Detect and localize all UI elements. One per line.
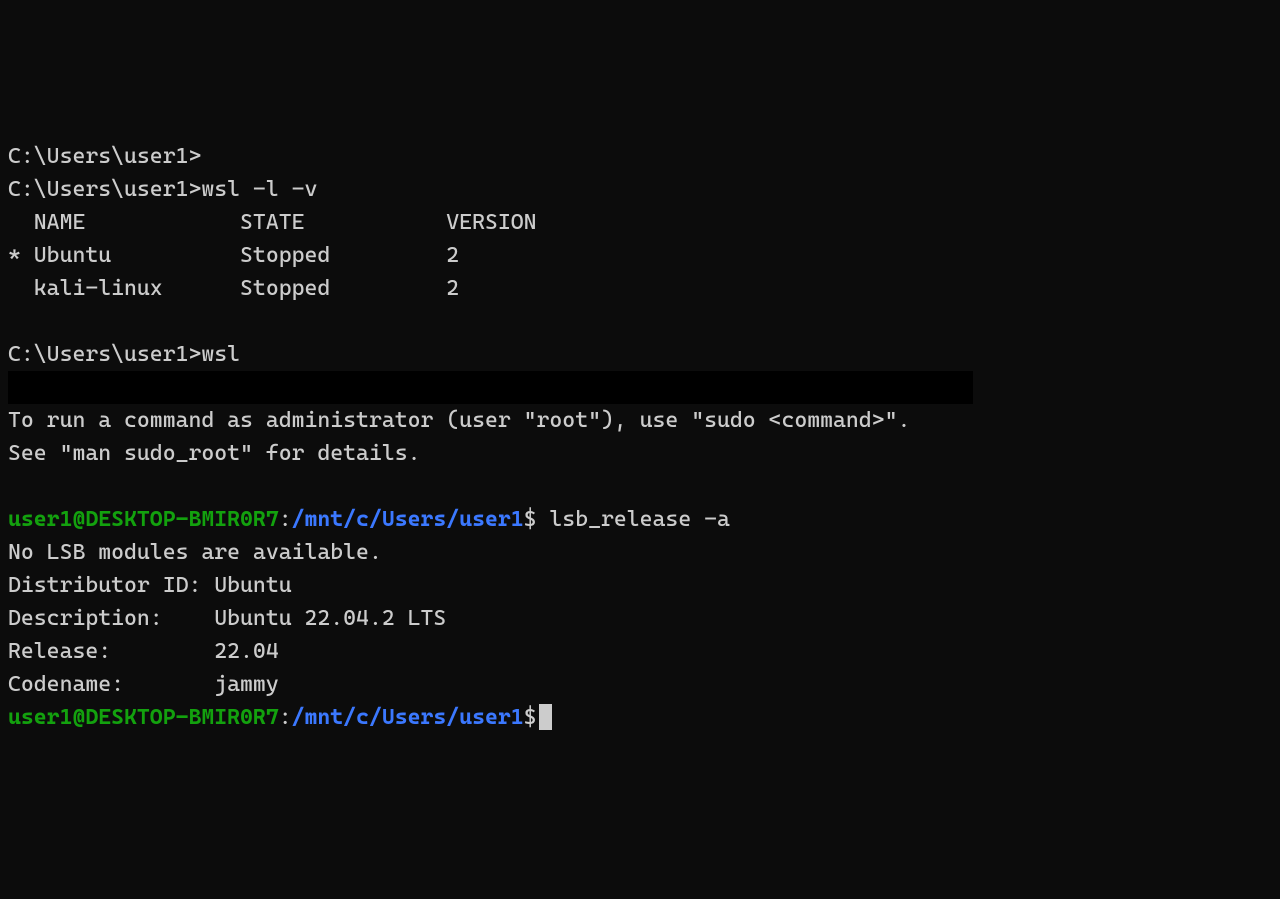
prompt-dollar: $ xyxy=(524,507,537,532)
sudo-hint: See "man sudo_root" for details. xyxy=(8,437,1272,470)
prompt-windows: C:\Users\user1> xyxy=(8,177,201,202)
wsl-list-row: * Ubuntu Stopped 2 xyxy=(8,239,1272,272)
prompt-colon: : xyxy=(279,507,292,532)
redacted-bar xyxy=(8,371,973,404)
command-text: lsb_release -a xyxy=(537,507,730,532)
prompt-windows: C:\Users\user1> xyxy=(8,342,201,367)
cursor-icon xyxy=(539,704,552,730)
wsl-list-row: kali-linux Stopped 2 xyxy=(8,272,1272,305)
sudo-hint: To run a command as administrator (user … xyxy=(8,404,1272,437)
blank-line xyxy=(8,470,1272,503)
prompt-colon: : xyxy=(279,705,292,730)
prompt-windows: C:\Users\user1> xyxy=(8,144,201,169)
command-text: wsl -l -v xyxy=(201,177,317,202)
lsb-output: Distributor ID: Ubuntu xyxy=(8,569,1272,602)
prompt-path: /mnt/c/Users/user1 xyxy=(292,507,524,532)
prompt-dollar: $ xyxy=(524,705,537,730)
lsb-output: Codename: jammy xyxy=(8,668,1272,701)
terminal-output[interactable]: C:\Users\user1>C:\Users\user1>wsl -l -v … xyxy=(8,140,1272,734)
lsb-output: No LSB modules are available. xyxy=(8,536,1272,569)
prompt-user-host: user1@DESKTOP-BMIR0R7 xyxy=(8,507,279,532)
command-text: wsl xyxy=(201,342,240,367)
prompt-user-host: user1@DESKTOP-BMIR0R7 xyxy=(8,705,279,730)
prompt-path: /mnt/c/Users/user1 xyxy=(292,705,524,730)
blank-line xyxy=(8,305,1272,338)
lsb-output: Description: Ubuntu 22.04.2 LTS xyxy=(8,602,1272,635)
wsl-list-header: NAME STATE VERSION xyxy=(8,206,1272,239)
lsb-output: Release: 22.04 xyxy=(8,635,1272,668)
